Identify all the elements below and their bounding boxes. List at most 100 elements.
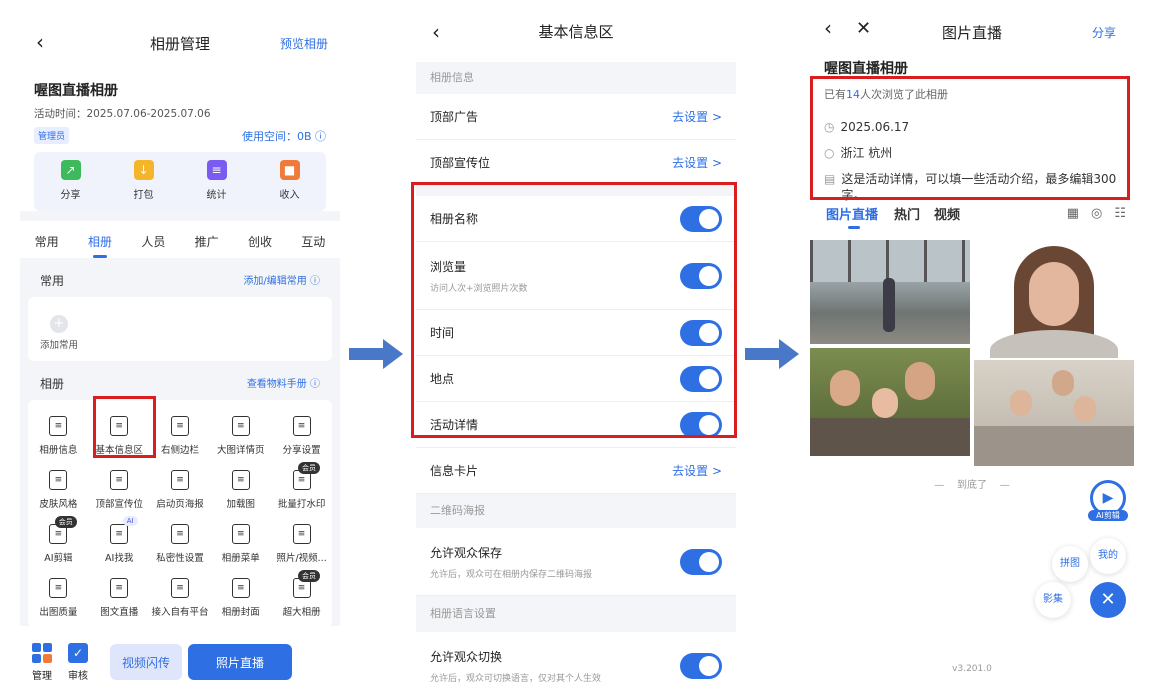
highlight-info-area bbox=[810, 76, 1130, 200]
feature-label: AI剪辑 bbox=[44, 553, 73, 564]
feature-tag: 会员 bbox=[297, 570, 320, 582]
mine-button[interactable]: 我的 bbox=[1090, 538, 1126, 574]
feature-icon: ≡ bbox=[231, 524, 250, 544]
feature-item[interactable]: ≡ 接入自有平台 bbox=[150, 578, 211, 618]
version-text: v3.201.0 bbox=[952, 664, 992, 674]
feature-item[interactable]: ≡ 皮肤风格 bbox=[28, 470, 89, 510]
qr-code-icon[interactable]: ▦ bbox=[1067, 206, 1079, 221]
feature-icon: ≡ bbox=[231, 470, 250, 490]
feature-item[interactable]: ≡ 大图详情页 bbox=[210, 416, 271, 456]
tab-video[interactable]: 视频 bbox=[934, 204, 960, 223]
tab-hot[interactable]: 热门 bbox=[894, 204, 920, 223]
allow-save-toggle[interactable] bbox=[680, 548, 722, 575]
quick-action-package[interactable]: ↓ 打包 bbox=[119, 160, 169, 201]
feature-label: 顶部宣传位 bbox=[95, 499, 143, 510]
section-title-album: 相册 bbox=[40, 377, 65, 391]
feature-item[interactable]: ≡ 照片/视频... bbox=[271, 524, 332, 564]
feature-icon: ≡ bbox=[49, 578, 68, 598]
edit-common-label: 添加/编辑常用 bbox=[243, 276, 307, 287]
quick-action-income[interactable]: ■ 收入 bbox=[265, 160, 315, 201]
quick-action-share[interactable]: ↗ 分享 bbox=[46, 160, 96, 201]
tab-revenue[interactable]: 创收 bbox=[248, 233, 272, 250]
group-label: 相册信息 bbox=[416, 62, 736, 94]
go-set-link[interactable]: 去设置 > bbox=[672, 154, 722, 171]
top-promo-row[interactable]: 顶部宣传位 去设置 > bbox=[416, 140, 736, 186]
feature-item[interactable]: ≡ 图文直播 bbox=[89, 578, 150, 618]
role-badge: 管理员 bbox=[34, 127, 70, 144]
highlight-toggles bbox=[411, 182, 737, 438]
tab-photo-live[interactable]: 图片直播 bbox=[826, 204, 878, 223]
top-ad-row[interactable]: 顶部广告 去设置 > bbox=[416, 94, 736, 140]
tab-common[interactable]: 常用 bbox=[35, 233, 59, 250]
share-icon: ↗ bbox=[60, 160, 81, 180]
go-set-link[interactable]: 去设置 > bbox=[672, 462, 722, 479]
photo-thumbnail[interactable] bbox=[810, 348, 970, 456]
tab-promotion[interactable]: 推广 bbox=[195, 233, 219, 250]
tab-people[interactable]: 人员 bbox=[141, 233, 165, 250]
feature-item[interactable]: ≡ 私密性设置 bbox=[150, 524, 211, 564]
globe-icon[interactable]: ◎ bbox=[1091, 206, 1102, 221]
row-label: 顶部宣传位 bbox=[430, 156, 491, 170]
layout-grid-icon[interactable]: ☷ bbox=[1114, 206, 1126, 221]
share-link[interactable]: 分享 bbox=[1092, 24, 1116, 41]
feature-icon: ≡ bbox=[49, 470, 68, 490]
feature-item[interactable]: ≡ 相册封面 bbox=[210, 578, 271, 618]
album-card: ≡ 相册信息 ≡ 基本信息区 ≡ 右侧边栏 ≡ 大图详情页 ≡ 分享设置 ≡ 皮肤风格 ≡ 顶部宣传位 ≡ 启… bbox=[28, 400, 332, 628]
info-card-row[interactable]: 信息卡片 去设置 > bbox=[416, 448, 736, 494]
photo-thumbnail[interactable] bbox=[974, 240, 1134, 358]
row-label: 信息卡片 bbox=[430, 464, 479, 478]
feature-item[interactable]: ≡ AI AI找我 bbox=[89, 516, 150, 564]
bottom-bar: 管理 ✓ 审核 视频闪传 照片直播 bbox=[20, 626, 340, 698]
add-common-button[interactable]: + 添加常用 bbox=[40, 315, 78, 351]
stats-icon: ≡ bbox=[206, 160, 227, 180]
edit-common-link[interactable]: 添加/编辑常用 ⓘ bbox=[243, 272, 320, 289]
video-flash-button[interactable]: 视频闪传 bbox=[110, 644, 182, 680]
feature-item[interactable]: ≡ 启动页海报 bbox=[150, 470, 211, 510]
space-used[interactable]: 使用空间：0B ⓘ bbox=[242, 128, 326, 144]
feature-item[interactable]: ≡ 出图质量 bbox=[28, 578, 89, 618]
feature-icon: ≡ bbox=[49, 416, 68, 436]
feature-tag: 会员 bbox=[54, 516, 77, 528]
manage-button[interactable]: 管理 bbox=[32, 642, 52, 682]
quick-action-stats[interactable]: ≡ 统计 bbox=[192, 160, 242, 201]
close-fab-button[interactable]: ✕ bbox=[1090, 582, 1126, 618]
preview-album-link[interactable]: 预览相册 bbox=[280, 35, 328, 52]
review-button[interactable]: ✓ 审核 bbox=[68, 642, 88, 682]
feature-item[interactable]: ≡ 相册信息 bbox=[28, 416, 89, 456]
movie-button[interactable]: 影集 bbox=[1035, 582, 1071, 618]
collage-button[interactable]: 拼图 bbox=[1052, 546, 1088, 582]
quick-action-label: 收入 bbox=[279, 190, 300, 201]
feature-tag: 会员 bbox=[297, 462, 320, 474]
feature-label: 皮肤风格 bbox=[39, 499, 78, 510]
feature-label: 大图详情页 bbox=[217, 445, 265, 456]
feature-item[interactable]: ≡ 加载图 bbox=[210, 470, 271, 510]
feature-label: 加载图 bbox=[226, 499, 256, 510]
feature-item[interactable]: ≡ 会员 AI剪辑 bbox=[28, 516, 89, 564]
allow-switch-toggle[interactable] bbox=[680, 653, 722, 679]
feature-label: 相册菜单 bbox=[221, 553, 260, 564]
feature-item[interactable]: ≡ 会员 超大相册 bbox=[271, 570, 332, 618]
feature-item[interactable]: ≡ 顶部宣传位 bbox=[89, 470, 150, 510]
photo-live-button[interactable]: 照片直播 bbox=[188, 644, 292, 680]
ai-clip-button[interactable]: ▶ AI剪辑 bbox=[1088, 480, 1128, 526]
album-name: 喔图直播相册 bbox=[824, 61, 908, 77]
tab-album[interactable]: 相册 bbox=[88, 233, 112, 258]
photo-thumbnail[interactable] bbox=[810, 240, 970, 344]
feature-icon: ≡ bbox=[110, 524, 129, 544]
photo-thumbnail[interactable] bbox=[974, 360, 1134, 466]
feature-item[interactable]: ≡ 会员 批量打水印 bbox=[271, 462, 332, 510]
group-label: 二维码海报 bbox=[416, 494, 736, 528]
feature-item[interactable]: ≡ 右侧边栏 bbox=[150, 416, 211, 456]
feature-icon: ≡ bbox=[170, 524, 189, 544]
grid-icon bbox=[32, 642, 52, 663]
album-name: 喔图直播相册 bbox=[34, 83, 118, 99]
active-tab-indicator bbox=[848, 226, 860, 229]
materials-manual-link[interactable]: 查看物料手册 ⓘ bbox=[247, 375, 320, 392]
back-icon[interactable]: ‹ bbox=[432, 20, 440, 44]
row-label: 允许观众保存 bbox=[430, 545, 503, 560]
feature-item[interactable]: ≡ 相册菜单 bbox=[210, 524, 271, 564]
go-set-link[interactable]: 去设置 > bbox=[672, 108, 722, 125]
tab-interaction[interactable]: 互动 bbox=[301, 233, 325, 250]
feature-item[interactable]: ≡ 分享设置 bbox=[271, 416, 332, 456]
feature-grid: ≡ 相册信息 ≡ 基本信息区 ≡ 右侧边栏 ≡ 大图详情页 ≡ 分享设置 ≡ 皮肤风格 ≡ 顶部宣传位 ≡ 启… bbox=[28, 400, 332, 628]
